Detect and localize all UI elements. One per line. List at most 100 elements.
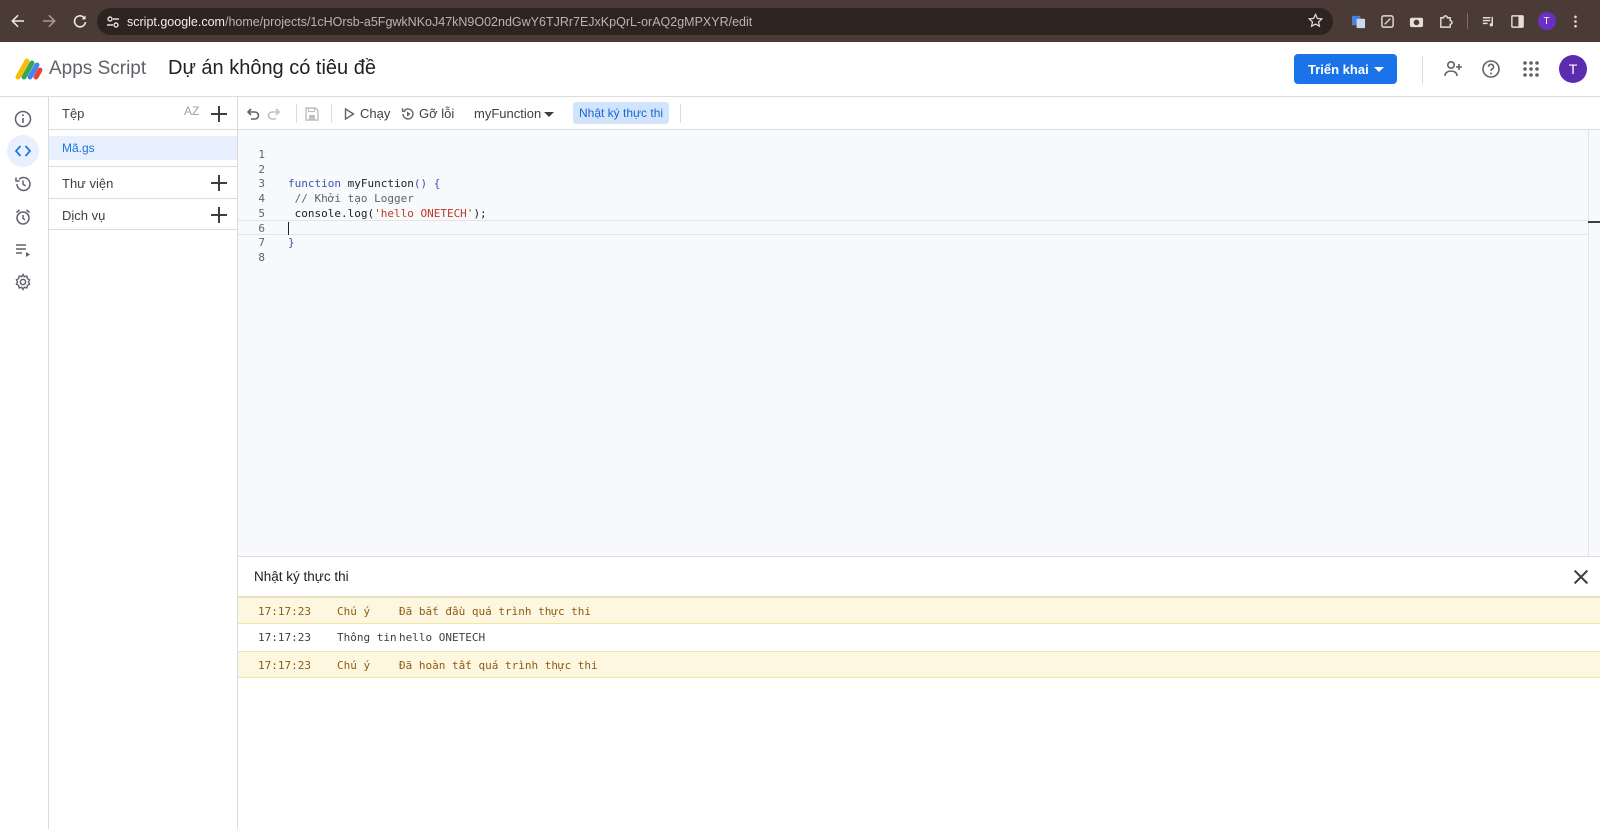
libraries-section: Thư viện bbox=[49, 166, 237, 198]
code-editor[interactable]: 1 2 3 function myFunction() { 4 // Khởi … bbox=[238, 130, 1600, 556]
log-message: Đã hoàn tất quá trình thực thi bbox=[399, 659, 598, 672]
save-disk-icon[interactable] bbox=[303, 105, 321, 123]
line-number: 2 bbox=[258, 163, 265, 176]
code-line-current: 6 bbox=[238, 220, 1587, 235]
run-button[interactable]: Chạy bbox=[360, 106, 390, 121]
run-play-icon[interactable] bbox=[340, 105, 358, 123]
execution-log-toggle[interactable]: Nhật ký thực thi bbox=[573, 102, 670, 124]
project-title[interactable]: Dự án không có tiêu đề bbox=[168, 57, 376, 80]
chevron-down-icon[interactable] bbox=[544, 112, 554, 117]
add-library-plus-icon[interactable] bbox=[210, 174, 228, 192]
divider bbox=[1422, 56, 1423, 84]
debug-icon[interactable] bbox=[399, 105, 417, 123]
divider bbox=[296, 104, 297, 123]
files-header: Tệp AZ bbox=[49, 97, 237, 130]
browser-profile-avatar[interactable]: T bbox=[1532, 9, 1561, 33]
cursor-position-marker bbox=[1588, 221, 1600, 223]
line-number: 5 bbox=[258, 207, 265, 220]
log-row: 17:17:23 Thông tin hello ONETECH bbox=[238, 624, 1600, 651]
settings-gear-icon[interactable] bbox=[7, 266, 39, 298]
editor-code-icon[interactable] bbox=[7, 135, 39, 167]
log-message: Đã bắt đầu quá trình thực thi bbox=[399, 605, 592, 618]
app-name[interactable]: Apps Script bbox=[49, 58, 146, 80]
forward-arrow-icon[interactable] bbox=[34, 6, 64, 36]
line-number: 7 bbox=[258, 236, 265, 249]
deploy-label: Triển khai bbox=[1308, 61, 1369, 77]
libraries-label: Thư viện bbox=[62, 176, 114, 191]
help-icon[interactable] bbox=[1478, 56, 1504, 82]
line-number: 4 bbox=[258, 192, 265, 205]
avatar[interactable]: T bbox=[1559, 55, 1587, 83]
line-number: 1 bbox=[258, 148, 265, 161]
log-row: 17:17:23 Chú ý Đã bắt đầu quá trình thực… bbox=[238, 597, 1600, 624]
add-file-plus-icon[interactable] bbox=[210, 105, 228, 123]
deploy-button[interactable]: Triển khai bbox=[1294, 54, 1397, 84]
divider bbox=[331, 104, 332, 123]
log-time: 17:17:23 bbox=[258, 605, 311, 618]
code-line: 3 function myFunction() { bbox=[238, 176, 1587, 191]
extensions-area: T bbox=[1344, 9, 1590, 33]
log-time: 17:17:23 bbox=[258, 659, 311, 672]
media-control-icon[interactable] bbox=[1474, 9, 1503, 33]
bookmark-star-icon[interactable] bbox=[1307, 12, 1324, 33]
debug-button[interactable]: Gỡ lỗi bbox=[419, 106, 454, 121]
line-number: 8 bbox=[258, 251, 265, 264]
services-section: Dịch vụ bbox=[49, 198, 237, 230]
services-label: Dịch vụ bbox=[62, 208, 106, 223]
apps-grid-icon[interactable] bbox=[1518, 56, 1544, 82]
execution-log-panel: Nhật ký thực thi 17:17:23 Chú ý Đã bắt đ… bbox=[238, 556, 1600, 829]
overview-info-icon[interactable] bbox=[7, 103, 39, 135]
log-title: Nhật ký thực thi bbox=[254, 569, 349, 584]
code-line: 5 console.log('hello ONETECH'); bbox=[238, 206, 1587, 221]
log-level: Chú ý bbox=[337, 659, 371, 672]
code-text: console.log('hello ONETECH'); bbox=[288, 207, 487, 220]
log-row: 17:17:23 Chú ý Đã hoàn tất quá trình thự… bbox=[238, 651, 1600, 678]
sort-az-icon[interactable]: AZ bbox=[184, 104, 199, 118]
apps-script-logo-icon[interactable] bbox=[15, 55, 43, 81]
camera-extension-icon[interactable] bbox=[1402, 9, 1431, 33]
share-person-add-icon[interactable] bbox=[1440, 56, 1466, 82]
line-number: 6 bbox=[258, 222, 265, 235]
separator bbox=[1460, 9, 1474, 33]
code-text: } bbox=[288, 236, 295, 249]
log-time: 17:17:23 bbox=[258, 631, 311, 644]
code-line: 4 // Khởi tạo Logger bbox=[238, 191, 1587, 206]
translate-extension-icon[interactable] bbox=[1344, 9, 1373, 33]
code-line: 8 bbox=[238, 250, 1587, 265]
browser-menu-icon[interactable] bbox=[1561, 9, 1590, 33]
log-message: hello ONETECH bbox=[399, 631, 486, 644]
undo-icon[interactable] bbox=[244, 105, 262, 123]
side-panel-icon[interactable] bbox=[1503, 9, 1532, 33]
site-info-icon[interactable] bbox=[99, 15, 127, 29]
log-level: Chú ý bbox=[337, 605, 371, 618]
triggers-alarm-icon[interactable] bbox=[7, 201, 39, 233]
code-comment: // Khởi tạo Logger bbox=[288, 192, 414, 205]
url-text: script.google.com/home/projects/1cHOrsb-… bbox=[127, 14, 753, 29]
redo-icon[interactable] bbox=[265, 105, 283, 123]
add-service-plus-icon[interactable] bbox=[210, 206, 228, 224]
log-level: Thông tin bbox=[337, 631, 397, 644]
function-select[interactable]: myFunction bbox=[474, 106, 541, 121]
back-arrow-icon[interactable] bbox=[3, 6, 33, 36]
line-number: 3 bbox=[258, 177, 265, 190]
close-icon[interactable] bbox=[1574, 570, 1588, 584]
log-header: Nhật ký thực thi bbox=[238, 557, 1600, 597]
chevron-down-icon bbox=[1374, 66, 1384, 72]
left-rail bbox=[0, 97, 49, 829]
editor-toolbar: Chạy Gỡ lỗi myFunction Nhật ký thực thi bbox=[238, 97, 1600, 130]
divider bbox=[680, 104, 681, 123]
code-text: function myFunction() { bbox=[288, 177, 441, 190]
files-panel: Tệp AZ Mã.gs Thư viện Dịch vụ bbox=[49, 97, 238, 829]
puzzle-extension-icon[interactable] bbox=[1431, 9, 1460, 33]
history-icon[interactable] bbox=[7, 168, 39, 200]
address-bar[interactable]: script.google.com/home/projects/1cHOrsb-… bbox=[97, 8, 1333, 35]
file-item-ma-gs[interactable]: Mã.gs bbox=[49, 136, 237, 160]
files-title: Tệp bbox=[62, 105, 85, 121]
text-cursor bbox=[288, 222, 289, 235]
reload-icon[interactable] bbox=[65, 6, 95, 36]
editor-scrollbar[interactable] bbox=[1588, 130, 1600, 556]
edit-extension-icon[interactable] bbox=[1373, 9, 1402, 33]
executions-list-icon[interactable] bbox=[7, 234, 39, 266]
app-header: Apps Script Dự án không có tiêu đề Triển… bbox=[0, 42, 1600, 97]
browser-toolbar: script.google.com/home/projects/1cHOrsb-… bbox=[0, 0, 1600, 42]
